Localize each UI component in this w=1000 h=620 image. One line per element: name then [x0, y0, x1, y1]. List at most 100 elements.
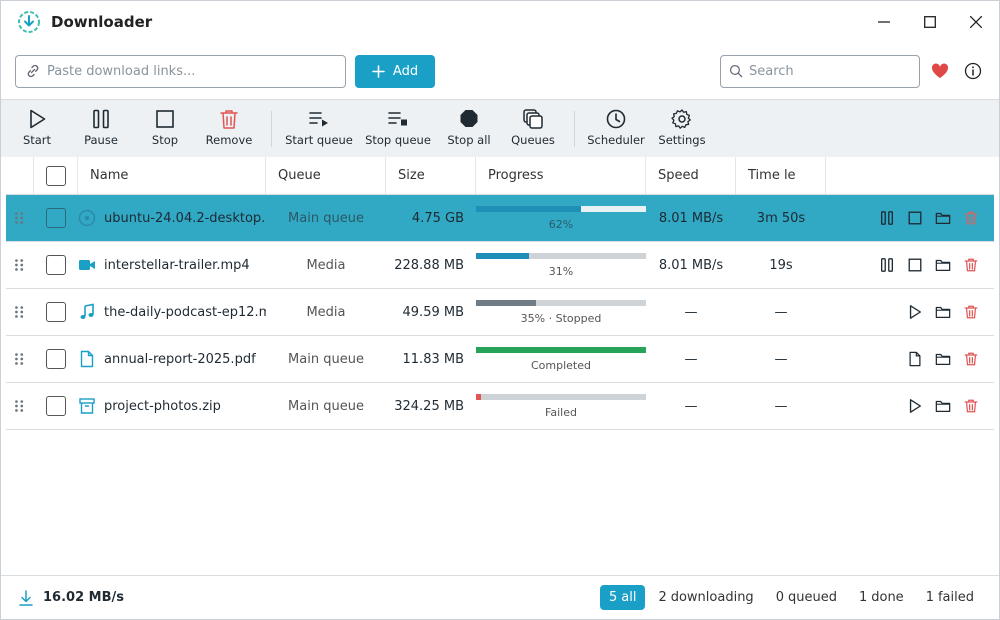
row-checkbox[interactable]	[46, 208, 66, 228]
gear-icon	[671, 109, 691, 129]
table-row[interactable]: annual-report-2025.pdf Main queue 11.83 MB…	[6, 336, 994, 383]
progress-label: 31%	[548, 264, 574, 278]
open-file-button[interactable]	[906, 350, 924, 368]
progress-bar	[476, 252, 646, 259]
stop-row-button[interactable]	[906, 256, 924, 274]
maximize-button[interactable]	[907, 1, 953, 43]
drag-handle[interactable]	[6, 289, 34, 335]
resume-row-button[interactable]	[906, 303, 924, 321]
select-all-cell	[34, 157, 78, 194]
trash-icon	[964, 211, 978, 225]
remove-button[interactable]: Remove	[195, 108, 263, 147]
progress-cell: Failed	[476, 383, 646, 429]
favorite-button[interactable]	[928, 59, 952, 83]
column-header-speed[interactable]: Speed	[646, 157, 736, 194]
trash-icon	[964, 399, 978, 413]
folder-icon	[935, 306, 951, 318]
progress-fill	[476, 205, 582, 212]
filter-done[interactable]: 1 done	[850, 585, 913, 610]
filter-downloading[interactable]: 2 downloading	[649, 585, 762, 610]
start-queue-button[interactable]: Start queue	[280, 108, 358, 147]
resume-row-button[interactable]	[906, 397, 924, 415]
column-header-queue[interactable]: Queue	[266, 157, 386, 194]
filter-count: 2	[658, 590, 667, 605]
download-speed: —	[684, 304, 698, 320]
time-left: 19s	[769, 257, 793, 273]
progress-label: 62%	[548, 217, 574, 231]
link-input-box[interactable]	[15, 54, 346, 88]
search-box[interactable]	[720, 54, 920, 88]
info-button[interactable]	[961, 59, 985, 83]
row-checkbox[interactable]	[46, 396, 66, 416]
pause-row-button[interactable]	[878, 256, 896, 274]
minimize-button[interactable]	[861, 1, 907, 43]
close-button[interactable]	[953, 1, 999, 43]
scheduler-button[interactable]: Scheduler	[583, 108, 649, 147]
delete-row-button[interactable]	[962, 350, 980, 368]
open-folder-button[interactable]	[934, 256, 952, 274]
delete-row-button[interactable]	[962, 303, 980, 321]
column-header-size[interactable]: Size	[386, 157, 476, 194]
filter-count: 0	[775, 590, 784, 605]
drag-handle[interactable]	[6, 383, 34, 429]
delete-row-button[interactable]	[962, 256, 980, 274]
table-row[interactable]: interstellar-trailer.mp4 Media 228.88 MB 31…	[6, 242, 994, 289]
column-header-time[interactable]: Time le	[736, 157, 826, 194]
pause-button-label: Pause	[84, 133, 118, 147]
file-name: interstellar-trailer.mp4	[104, 257, 250, 273]
start-button[interactable]: Start	[7, 108, 67, 147]
column-header-name[interactable]: Name	[78, 157, 266, 194]
delete-row-button[interactable]	[962, 209, 980, 227]
play-icon	[909, 305, 921, 319]
row-checkbox[interactable]	[46, 255, 66, 275]
row-checkbox[interactable]	[46, 349, 66, 369]
delete-row-button[interactable]	[962, 397, 980, 415]
column-header-progress[interactable]: Progress	[476, 157, 646, 194]
remove-button-label: Remove	[205, 133, 253, 147]
drag-handle[interactable]	[6, 336, 34, 382]
status-filters: 5 all 2 downloading 0 queued 1 done 1 failed	[599, 585, 999, 610]
filter-all[interactable]: 5 all	[599, 585, 646, 610]
stop-all-icon	[460, 110, 478, 127]
drag-handle[interactable]	[6, 242, 34, 288]
select-all-checkbox[interactable]	[45, 165, 66, 186]
progress-cell: 35% · Stopped	[476, 289, 646, 335]
progress-bar	[476, 393, 646, 400]
pause-row-button[interactable]	[878, 209, 896, 227]
queues-button[interactable]: Queues	[500, 108, 566, 147]
table-row[interactable]: the-daily-podcast-ep12.mp3 Media 49.59 MB 3…	[6, 289, 994, 336]
progress-fill	[476, 299, 536, 306]
table-body: ubuntu-24.04.2-desktop.iso Main queue 4.75…	[6, 195, 994, 430]
open-folder-button[interactable]	[934, 209, 952, 227]
file-size: 228.88 MB	[394, 257, 464, 273]
filter-queued[interactable]: 0 queued	[767, 585, 846, 610]
filter-failed[interactable]: 1 failed	[917, 585, 983, 610]
stop-queue-button[interactable]: Stop queue	[358, 108, 438, 147]
trash-icon	[964, 258, 978, 272]
file-name: annual-report-2025.pdf	[104, 351, 256, 367]
drag-column-header	[6, 157, 34, 194]
stop-row-button[interactable]	[906, 209, 924, 227]
video-icon	[79, 260, 95, 270]
pause-button[interactable]: Pause	[67, 108, 135, 147]
search-input[interactable]	[749, 63, 919, 79]
open-folder-button[interactable]	[934, 397, 952, 415]
progress-cell: 31%	[476, 242, 646, 288]
progress-bar	[476, 205, 646, 212]
open-folder-button[interactable]	[934, 303, 952, 321]
file-size: 49.59 MB	[402, 304, 464, 320]
link-input[interactable]	[47, 63, 345, 79]
drag-handle[interactable]	[6, 195, 34, 241]
stop-all-button[interactable]: Stop all	[438, 108, 500, 147]
settings-button[interactable]: Settings	[649, 108, 715, 147]
time-left: 3m 50s	[756, 210, 806, 226]
add-button[interactable]: Add	[355, 54, 435, 88]
folder-icon	[935, 212, 951, 224]
row-checkbox[interactable]	[46, 302, 66, 322]
stop-button[interactable]: Stop	[135, 108, 195, 147]
file-size: 11.83 MB	[402, 351, 464, 367]
table-row[interactable]: ubuntu-24.04.2-desktop.iso Main queue 4.75…	[6, 195, 994, 242]
disc-icon	[78, 209, 96, 227]
table-row[interactable]: project-photos.zip Main queue 324.25 MB Fai…	[6, 383, 994, 430]
open-folder-button[interactable]	[934, 350, 952, 368]
